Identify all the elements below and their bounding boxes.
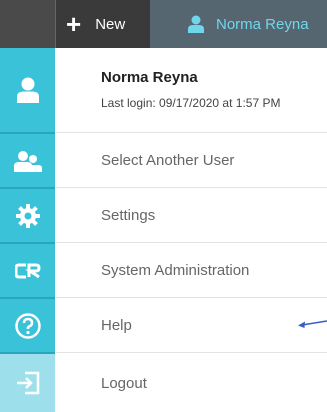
- menu-item-logout[interactable]: Logout: [56, 354, 327, 412]
- rail-system-admin[interactable]: [0, 244, 55, 297]
- gear-icon: [15, 203, 40, 228]
- rail-settings[interactable]: [0, 189, 55, 242]
- menu-item-label: Help: [101, 317, 132, 334]
- rail-help[interactable]: [0, 299, 55, 352]
- menu-item-label: System Administration: [101, 262, 250, 279]
- menu-item-label: Select Another User: [101, 152, 235, 169]
- users-icon: [13, 150, 42, 172]
- menu-divider: [56, 132, 327, 133]
- plus-icon: +: [66, 9, 82, 39]
- rail-select-user[interactable]: [0, 134, 55, 187]
- logout-icon: [16, 371, 39, 395]
- top-bar: + New Norma Reyna: [0, 0, 327, 48]
- user-icon: [16, 77, 39, 103]
- menu-divider: [56, 297, 327, 298]
- user-name: Norma Reyna: [101, 69, 198, 86]
- new-button-label: New: [95, 15, 126, 33]
- menu-item-select-another-user[interactable]: Select Another User: [56, 134, 327, 187]
- menu-item-settings[interactable]: Settings: [56, 189, 327, 242]
- menu-item-help[interactable]: Help: [56, 299, 327, 352]
- rail-user: [0, 48, 55, 132]
- menu-item-label: Logout: [101, 374, 147, 392]
- user-icon: [188, 15, 204, 33]
- new-button[interactable]: + New: [66, 0, 146, 48]
- menu-divider: [56, 352, 327, 353]
- menu-divider: [56, 242, 327, 243]
- top-separator: [55, 0, 56, 48]
- help-icon: [14, 312, 41, 339]
- user-menu-button[interactable]: Norma Reyna: [150, 0, 327, 48]
- menu-divider: [56, 187, 327, 188]
- user-menu-label: Norma Reyna: [216, 15, 309, 33]
- top-left-strip: [0, 0, 55, 48]
- cr-logo-icon: [14, 263, 41, 278]
- user-menu-panel: Norma Reyna Last login: 09/17/2020 at 1:…: [56, 48, 327, 412]
- menu-item-system-administration[interactable]: System Administration: [56, 244, 327, 297]
- rail-logout[interactable]: [0, 354, 55, 412]
- annotation-arrow-icon: [298, 320, 327, 328]
- menu-item-label: Settings: [101, 207, 156, 224]
- last-login-text: Last login: 09/17/2020 at 1:57 PM: [101, 96, 281, 110]
